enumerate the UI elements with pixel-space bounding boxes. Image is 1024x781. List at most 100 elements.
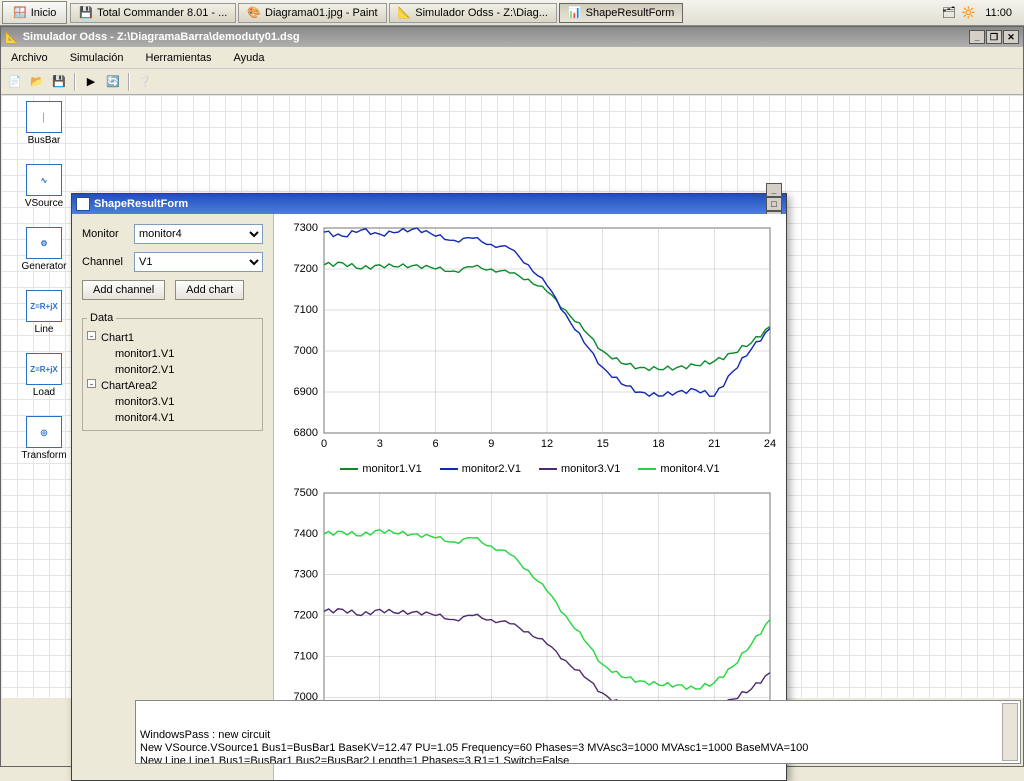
task-label: ShapeResultForm (586, 7, 675, 19)
legend-label: monitor1.V1 (362, 463, 421, 475)
tray-icon[interactable]: 🔆 (962, 6, 976, 19)
tree-toggle[interactable]: - (87, 379, 96, 388)
taskbar-item[interactable]: 🎨Diagrama01.jpg - Paint (238, 3, 386, 23)
maximize-button[interactable]: ❐ (986, 30, 1002, 44)
palette-label: Load (33, 387, 55, 398)
palette-icon: ◎ (26, 416, 62, 448)
taskbar-item[interactable]: 📊 ShapeResultForm (559, 3, 683, 23)
svg-text:7300: 7300 (294, 222, 318, 234)
chart-area: 03691215182124680069007000710072007300 m… (274, 214, 786, 780)
start-button[interactable]: 🪟 Inicio (2, 1, 67, 24)
palette-icon: Z=R+jX (26, 290, 62, 322)
svg-text:7300: 7300 (294, 569, 318, 581)
dialog-sidebar: Monitor monitor4 Channel V1 Add channel … (72, 214, 274, 780)
svg-text:0: 0 (321, 438, 327, 450)
legend-item: monitor2.V1 (440, 463, 521, 475)
separator (74, 73, 76, 91)
svg-text:21: 21 (708, 438, 720, 450)
svg-text:6: 6 (432, 438, 438, 450)
add-chart-button[interactable]: Add chart (175, 280, 244, 300)
legend-item: monitor4.V1 (638, 463, 719, 475)
menu-item[interactable]: Archivo (7, 50, 52, 66)
svg-text:24: 24 (764, 438, 776, 450)
console-output[interactable]: WindowsPass : new circuitNew VSource.VSo… (135, 700, 1021, 764)
svg-text:12: 12 (541, 438, 553, 450)
channel-select[interactable]: V1 (134, 252, 263, 272)
new-file-button[interactable]: 📄 (5, 72, 25, 92)
palette-item[interactable]: │ BusBar (26, 101, 62, 146)
taskbar-item[interactable]: 💾Total Commander 8.01 - ... (70, 3, 236, 23)
palette-label: Line (35, 324, 54, 335)
save-file-button[interactable]: 💾 (49, 72, 69, 92)
palette-item[interactable]: ∿VSource (25, 164, 63, 209)
tree-leaf[interactable]: monitor1.V1 (87, 346, 258, 362)
minimize-button[interactable]: _ (969, 30, 985, 44)
palette-icon: │ (26, 101, 62, 133)
palette-label: BusBar (28, 135, 61, 146)
task-label: Diagrama01.jpg - Paint (265, 7, 378, 19)
task-icon: 📐 (398, 6, 412, 19)
tree-leaf[interactable]: monitor4.V1 (87, 410, 258, 426)
menu-item[interactable]: Simulación (66, 50, 128, 66)
main-window: 📐 Simulador Odss - Z:\DiagramaBarra\demo… (0, 26, 1024, 767)
palette-item[interactable]: Z=R+jX Load (26, 353, 62, 398)
menu-item[interactable]: Ayuda (230, 50, 269, 66)
legend-label: monitor2.V1 (462, 463, 521, 475)
tree-toggle[interactable]: - (87, 331, 96, 340)
legend-swatch (539, 468, 557, 470)
data-fieldset: Data -Chart1monitor1.V1monitor2.V1-Chart… (82, 312, 263, 431)
palette-item[interactable]: ◎Transform (21, 416, 66, 461)
add-channel-button[interactable]: Add channel (82, 280, 165, 300)
start-label: Inicio (31, 7, 57, 19)
legend-swatch (440, 468, 458, 470)
task-icon: 📊 (568, 6, 582, 19)
os-taskbar: 🪟 Inicio 💾Total Commander 8.01 - ...🎨Dia… (0, 0, 1024, 26)
tree-leaf[interactable]: monitor2.V1 (87, 362, 258, 378)
svg-text:3: 3 (377, 438, 383, 450)
legend-item: monitor1.V1 (340, 463, 421, 475)
dialog-icon (76, 197, 90, 211)
open-file-button[interactable]: 📂 (27, 72, 47, 92)
tree-node[interactable]: -Chart1 (87, 330, 258, 346)
reload-button[interactable]: 🔄 (103, 72, 123, 92)
chart-legend: monitor1.V1 monitor2.V1 monitor3.V1 monitor… (274, 459, 786, 479)
tree-label: Chart1 (101, 332, 134, 344)
palette-icon: Z=R+jX (26, 353, 62, 385)
monitor-select[interactable]: monitor4 (134, 224, 263, 244)
dialog-titlebar[interactable]: ShapeResultForm _ □ ✕ (72, 194, 786, 214)
tree-node[interactable]: -ChartArea2 (87, 378, 258, 394)
run-button[interactable]: ▶ (81, 72, 101, 92)
task-icon: 💾 (79, 6, 93, 19)
close-button[interactable]: ✕ (1003, 30, 1019, 44)
tray-icon[interactable]: 🗂 (942, 6, 956, 19)
palette-icon: ⚙ (26, 227, 62, 259)
help-button[interactable]: ❔ (135, 72, 155, 92)
monitor-label: Monitor (82, 228, 128, 240)
windows-icon: 🪟 (13, 6, 27, 19)
toolbar: 📄 📂 💾 ▶ 🔄 ❔ (1, 69, 1023, 95)
tree-label: ChartArea2 (101, 380, 157, 392)
svg-text:6900: 6900 (294, 386, 318, 398)
palette-item[interactable]: ⚙Generator (21, 227, 66, 272)
palette-item[interactable]: Z=R+jX Line (26, 290, 62, 335)
clock: 11:00 (981, 7, 1016, 19)
channel-label: Channel (82, 256, 128, 268)
app-icon: 📐 (5, 31, 19, 44)
svg-text:15: 15 (597, 438, 609, 450)
legend-label: monitor4.V1 (660, 463, 719, 475)
titlebar: 📐 Simulador Odss - Z:\DiagramaBarra\demo… (1, 27, 1023, 47)
taskbar-item[interactable]: 📐Simulador Odss - Z:\Diag... (389, 3, 557, 23)
component-palette: │BusBar∿VSource⚙GeneratorZ=R+jXLineZ=R+j… (19, 101, 69, 461)
workspace: │BusBar∿VSource⚙GeneratorZ=R+jXLineZ=R+j… (1, 95, 1023, 698)
menu-item[interactable]: Herramientas (142, 50, 216, 66)
console-line: WindowsPass : new circuit (140, 729, 1016, 742)
legend-item: monitor3.V1 (539, 463, 620, 475)
legend-swatch (638, 468, 656, 470)
dialog-maximize-button[interactable]: □ (766, 197, 782, 211)
scrollbar[interactable] (1002, 703, 1018, 761)
tree-leaf[interactable]: monitor3.V1 (87, 394, 258, 410)
separator (128, 73, 130, 91)
svg-text:6800: 6800 (294, 427, 318, 439)
data-tree[interactable]: -Chart1monitor1.V1monitor2.V1-ChartArea2… (87, 330, 258, 426)
dialog-minimize-button[interactable]: _ (766, 183, 782, 197)
